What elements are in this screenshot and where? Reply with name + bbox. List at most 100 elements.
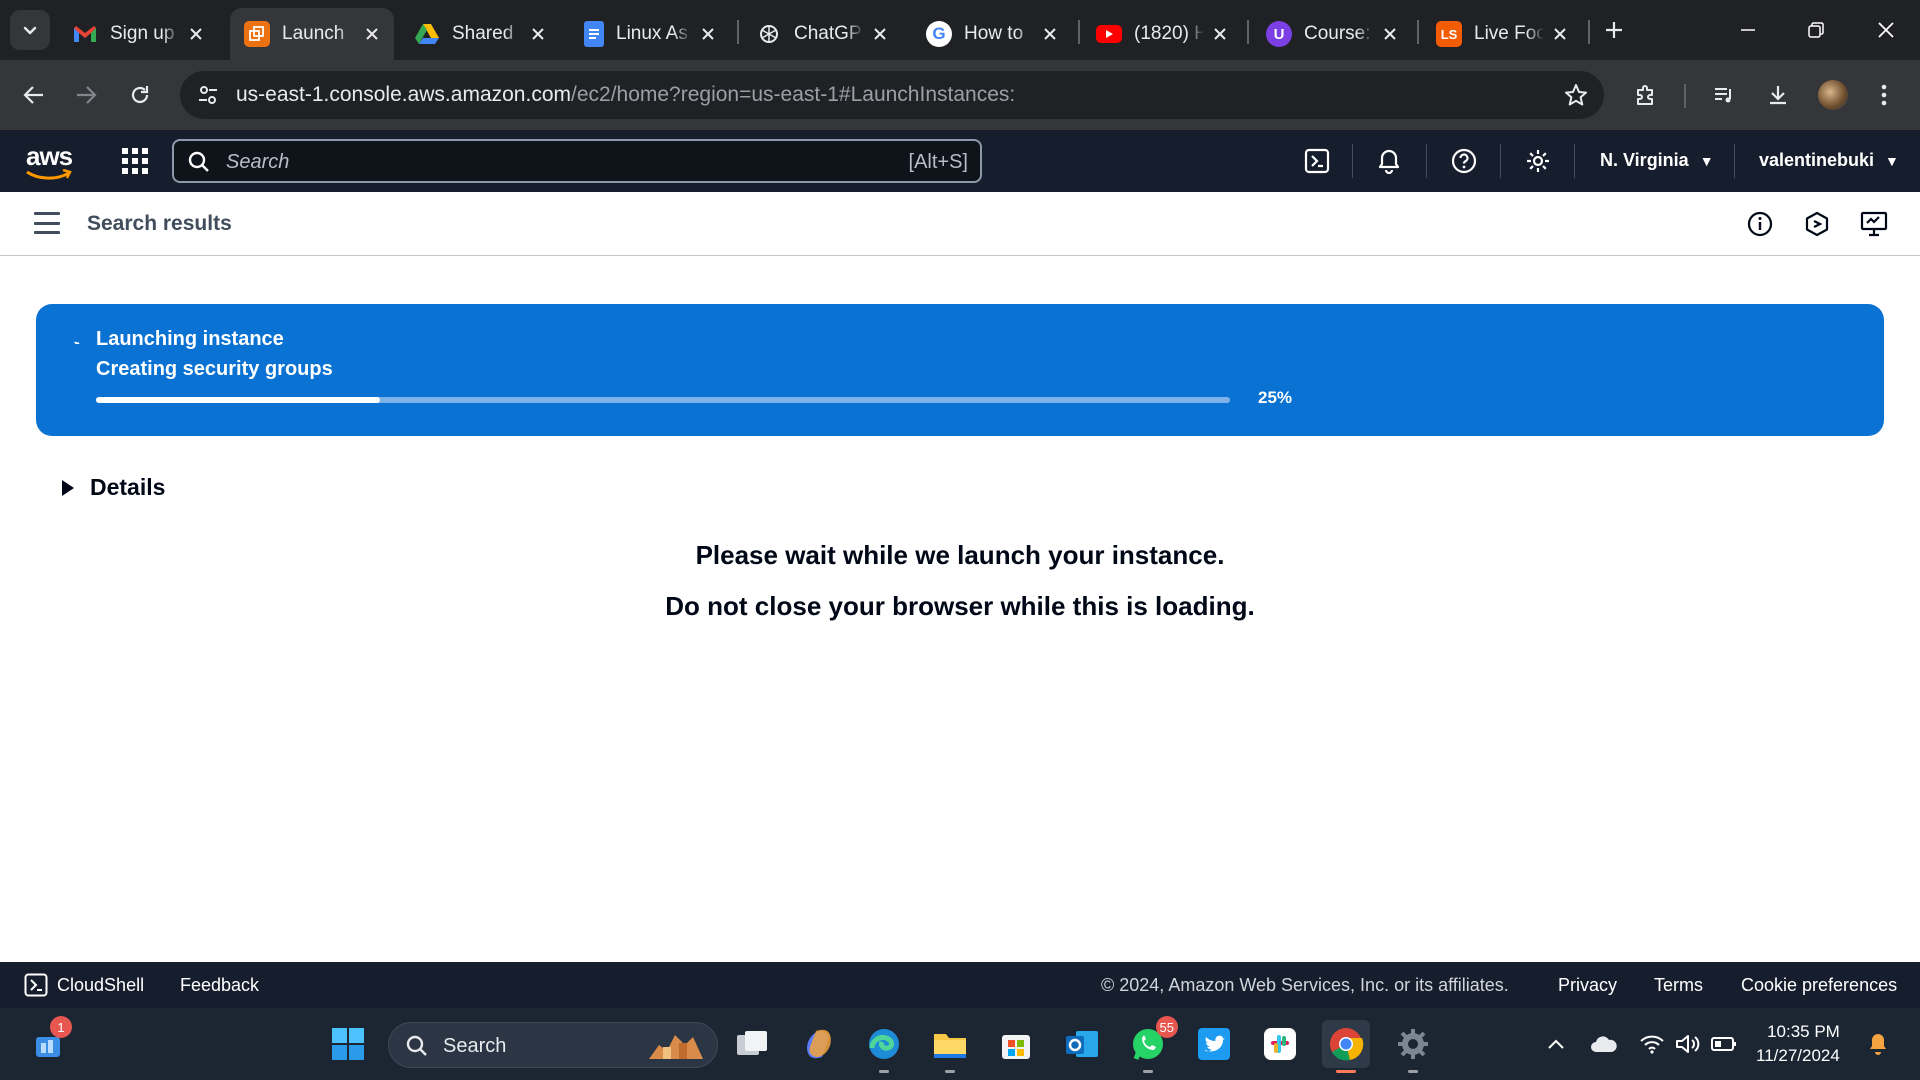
- tab-course[interactable]: U Course:: [1252, 8, 1412, 60]
- tab-shared[interactable]: Shared: [400, 8, 560, 60]
- tab-youtube[interactable]: (1820) H: [1082, 8, 1242, 60]
- taskbar-search-input[interactable]: Search: [388, 1022, 718, 1068]
- edge-button[interactable]: [860, 1020, 908, 1073]
- tab-close-icon[interactable]: [1210, 24, 1230, 44]
- copyright-text: © 2024, Amazon Web Services, Inc. or its…: [1101, 975, 1509, 995]
- show-hidden-icons-button[interactable]: [1542, 1030, 1570, 1058]
- services-menu-icon[interactable]: [120, 146, 150, 176]
- windows-logo-icon: [332, 1028, 364, 1060]
- task-view-button[interactable]: [728, 1020, 776, 1068]
- wifi-icon[interactable]: [1638, 1030, 1666, 1058]
- tab-linux[interactable]: Linux As: [570, 8, 730, 60]
- caret-down-icon: ▼: [1699, 153, 1714, 169]
- privacy-link[interactable]: Privacy: [1558, 975, 1617, 996]
- progress-step: Creating security groups: [96, 358, 333, 380]
- tab-gmail[interactable]: Sign up: [58, 8, 218, 60]
- region-selector[interactable]: N. Virginia ▼: [1600, 150, 1714, 171]
- site-settings-icon[interactable]: [194, 81, 222, 109]
- slack-button[interactable]: [1256, 1020, 1304, 1068]
- info-icon[interactable]: [1745, 209, 1775, 239]
- file-explorer-button[interactable]: [926, 1020, 974, 1073]
- reload-button[interactable]: [120, 75, 160, 115]
- tab-chatgpt[interactable]: ChatGP: [742, 8, 902, 60]
- tab-live[interactable]: LS Live Foc: [1422, 8, 1582, 60]
- progress-percent: 25%: [1258, 388, 1293, 407]
- folder-icon: [934, 1034, 966, 1058]
- feedback-link[interactable]: Feedback: [180, 975, 259, 996]
- presentation-icon[interactable]: [1859, 209, 1889, 239]
- search-icon: [406, 1035, 427, 1056]
- tab-close-icon[interactable]: [870, 24, 890, 44]
- nav-divider: [1500, 144, 1501, 178]
- system-clock[interactable]: 10:35 PM 11/27/2024: [1756, 1020, 1840, 1068]
- address-bar[interactable]: us-east-1.console.aws.amazon.com/ec2/hom…: [180, 71, 1604, 119]
- cloudshell-nav-icon[interactable]: [1302, 146, 1332, 176]
- profile-avatar[interactable]: [1818, 80, 1848, 110]
- search-placeholder: Search: [226, 151, 290, 173]
- twitter-icon: [1198, 1028, 1230, 1060]
- twitter-button[interactable]: [1190, 1020, 1238, 1068]
- aws-logo[interactable]: aws: [24, 141, 76, 181]
- tab-title: (1820) H: [1134, 23, 1204, 44]
- details-expander[interactable]: Details: [62, 474, 165, 501]
- volume-icon[interactable]: [1674, 1030, 1702, 1058]
- running-indicator: [1143, 1070, 1153, 1073]
- security-hexagon-icon[interactable]: [1802, 209, 1832, 239]
- tab-close-icon[interactable]: [528, 24, 548, 44]
- arrow-left-icon: [23, 86, 43, 104]
- onedrive-tray-icon[interactable]: [1590, 1030, 1618, 1058]
- copilot-button[interactable]: [795, 1020, 843, 1068]
- reading-list-button[interactable]: [1704, 75, 1744, 115]
- terms-link[interactable]: Terms: [1654, 975, 1703, 996]
- menu-hamburger-icon[interactable]: [34, 212, 60, 234]
- forward-button[interactable]: [66, 75, 106, 115]
- aws-launch-icon: [244, 21, 270, 47]
- help-icon[interactable]: [1449, 146, 1479, 176]
- tab-search-button[interactable]: [10, 10, 50, 50]
- tab-close-icon[interactable]: [186, 24, 206, 44]
- minimize-button[interactable]: [1714, 0, 1782, 60]
- outlook-button[interactable]: [1058, 1020, 1106, 1068]
- settings-app-button[interactable]: [1389, 1020, 1437, 1073]
- widgets-button[interactable]: 1: [24, 1016, 72, 1068]
- downloads-button[interactable]: [1758, 75, 1798, 115]
- cookie-preferences-link[interactable]: Cookie preferences: [1741, 975, 1897, 996]
- nav-divider: [1574, 144, 1575, 178]
- battery-icon[interactable]: [1710, 1030, 1738, 1058]
- new-tab-button[interactable]: [1596, 12, 1632, 48]
- more-vertical-icon: [1881, 84, 1887, 106]
- cloudshell-button[interactable]: CloudShell: [24, 973, 144, 997]
- chrome-icon: [1330, 1028, 1364, 1061]
- tab-separator: [1417, 20, 1419, 44]
- bell-icon[interactable]: [1374, 146, 1404, 176]
- url-path: /ec2/home?region=us-east-1#LaunchInstanc…: [571, 83, 1016, 106]
- back-button[interactable]: [14, 75, 54, 115]
- tab-close-icon[interactable]: [698, 24, 718, 44]
- tab-close-icon[interactable]: [1550, 24, 1570, 44]
- caret-right-icon: [62, 479, 74, 496]
- restore-button[interactable]: [1782, 0, 1850, 60]
- bookmark-star-icon[interactable]: [1562, 81, 1590, 109]
- aws-search-input[interactable]: Search [Alt+S]: [172, 139, 982, 183]
- extensions-button[interactable]: [1626, 75, 1666, 115]
- tab-title: How to: [964, 23, 1024, 44]
- tab-title: Sign up: [110, 23, 175, 44]
- notification-bell-icon[interactable]: [1864, 1030, 1892, 1058]
- tab-close-icon[interactable]: [1380, 24, 1400, 44]
- start-button[interactable]: [324, 1020, 372, 1068]
- tab-how-to[interactable]: G How to: [912, 8, 1072, 60]
- tab-launch-instances[interactable]: Launch: [230, 8, 394, 60]
- close-window-button[interactable]: [1852, 0, 1920, 60]
- tab-close-icon[interactable]: [362, 24, 382, 44]
- chrome-button[interactable]: [1322, 1020, 1370, 1073]
- plus-icon: [1606, 22, 1622, 38]
- tab-title: Launch: [282, 23, 345, 44]
- whatsapp-button[interactable]: 55: [1124, 1016, 1178, 1073]
- notification-badge: 1: [50, 1016, 72, 1038]
- chrome-menu-button[interactable]: [1864, 75, 1904, 115]
- microsoft-store-button[interactable]: [992, 1020, 1040, 1068]
- tab-close-icon[interactable]: [1040, 24, 1060, 44]
- account-menu[interactable]: valentinebuki ▼: [1759, 150, 1899, 171]
- youtube-icon: [1096, 25, 1122, 43]
- settings-gear-icon[interactable]: [1523, 146, 1553, 176]
